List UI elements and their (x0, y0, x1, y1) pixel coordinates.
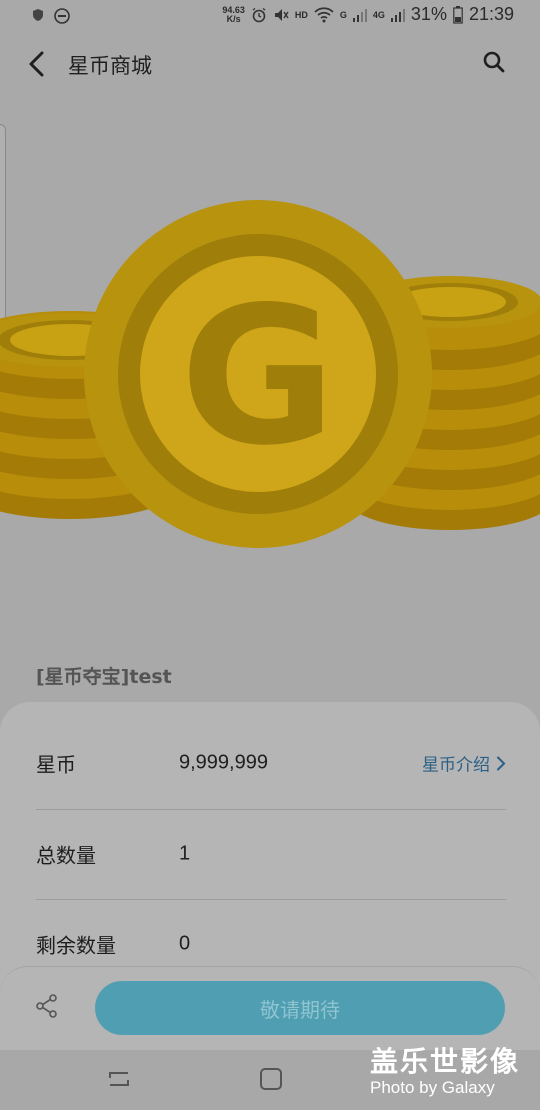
signal-icon (352, 8, 367, 22)
link-label: 星币介绍 (422, 755, 490, 776)
status-bar: 94.63 K/s HD G 4G 31% 21:39 (0, 0, 540, 32)
battery-icon (453, 5, 463, 24)
net-speed: 94.63 K/s (222, 5, 245, 24)
back-button[interactable] (20, 48, 52, 80)
wifi-icon (314, 6, 334, 22)
status-left-icons (32, 8, 70, 24)
search-icon (483, 51, 505, 73)
signal-tag-1: G (339, 9, 347, 20)
star-coin-intro-link[interactable]: 星币介绍 (422, 751, 506, 776)
row-star-coin: 星币 9,999,999 星币介绍 (36, 718, 506, 808)
clock: 21:39 (468, 4, 514, 24)
watermark-en: Photo by Galaxy (369, 1078, 495, 1097)
bottom-action-bar: 敬请期待 (0, 966, 540, 1050)
mute-icon (274, 8, 289, 21)
recents-icon (109, 1072, 129, 1086)
row-value: 1 (179, 842, 191, 865)
watermark: 盖乐世影像 Photo by Galaxy (370, 1040, 520, 1098)
battery-percent: 31% (410, 4, 447, 24)
status-right: 94.63 K/s HD G 4G 31% 21:39 (222, 4, 514, 25)
home-icon (260, 1068, 282, 1090)
coins-graphic: G (0, 200, 540, 548)
row-value: 9,999,999 (179, 751, 268, 774)
row-label: 剩余数量 (36, 933, 116, 958)
chevron-right-icon (497, 756, 506, 770)
coming-soon-button[interactable]: 敬请期待 (95, 981, 505, 1035)
home-button[interactable] (258, 1066, 284, 1092)
share-button[interactable] (34, 993, 62, 1021)
hd-badge: HD (294, 9, 308, 20)
chevron-left-icon (29, 51, 44, 77)
page-title: 星币商城 (68, 54, 152, 78)
product-title: [星币夺宝]test (36, 666, 172, 688)
signal-tag-2: 4G (372, 9, 385, 20)
row-value: 0 (179, 932, 191, 955)
search-button[interactable] (482, 50, 510, 78)
row-label: 总数量 (36, 843, 96, 868)
net-speed-unit: K/s (226, 13, 241, 24)
watermark-cn: 盖乐世影像 (369, 1045, 520, 1078)
recents-button[interactable] (106, 1066, 132, 1092)
shield-icon (33, 9, 43, 21)
main-coin: G (84, 200, 432, 548)
row-label: 星币 (36, 752, 76, 777)
alarm-icon (252, 7, 266, 22)
signal-icon-2 (390, 8, 405, 22)
do-not-disturb-icon (54, 8, 70, 24)
share-icon (36, 994, 57, 1018)
row-total-quantity: 总数量 1 (36, 809, 506, 899)
app-bar: 星币商城 (0, 32, 540, 96)
coins-illustration: G (0, 180, 540, 570)
coin-letter: G (180, 266, 336, 487)
